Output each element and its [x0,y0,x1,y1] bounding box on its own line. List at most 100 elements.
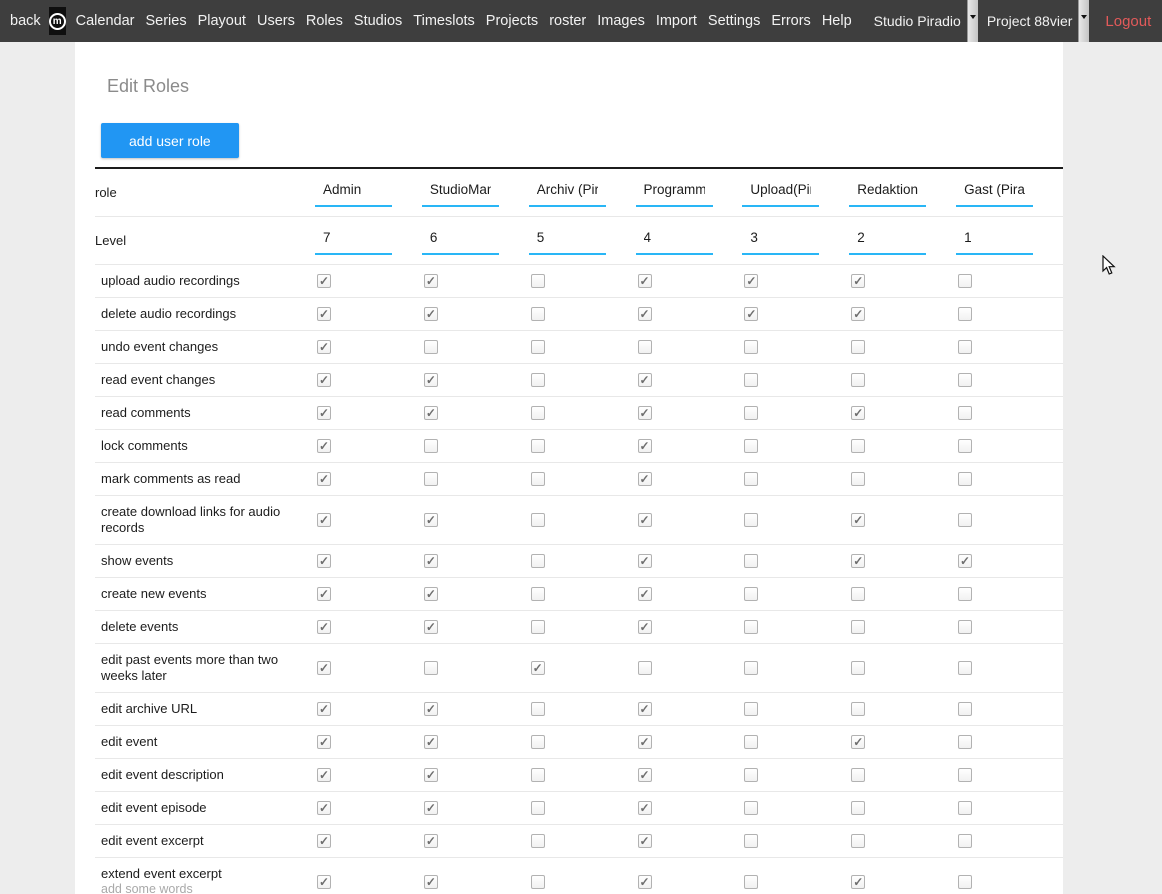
studio-select-arrow[interactable] [967,0,978,42]
permission-checkbox-delete-audio-recordings-col1[interactable]: ✓ [424,307,438,321]
project-select-arrow[interactable] [1078,0,1089,42]
permission-checkbox-create-download-links-for-audio-records-col6[interactable] [958,513,972,527]
permission-checkbox-mark-comments-as-read-col2[interactable] [531,472,545,486]
permission-checkbox-read-event-changes-col5[interactable] [851,373,865,387]
role-name-input-0[interactable] [315,178,392,207]
permission-checkbox-delete-events-col4[interactable] [744,620,758,634]
permission-checkbox-undo-event-changes-col0[interactable]: ✓ [317,340,331,354]
logout-link[interactable]: Logout [1105,13,1151,30]
permission-checkbox-lock-comments-col5[interactable] [851,439,865,453]
permission-checkbox-lock-comments-col6[interactable] [958,439,972,453]
permission-checkbox-edit-event-episode-col0[interactable]: ✓ [317,801,331,815]
permission-checkbox-delete-events-col1[interactable]: ✓ [424,620,438,634]
nav-item-projects[interactable]: Projects [486,13,538,29]
permission-checkbox-edit-event-excerpt-col1[interactable]: ✓ [424,834,438,848]
permission-checkbox-upload-audio-recordings-col0[interactable]: ✓ [317,274,331,288]
role-level-input-0[interactable] [315,226,392,255]
nav-item-users[interactable]: Users [257,13,295,29]
studio-select[interactable]: Studio Piradio [865,0,978,42]
nav-item-back[interactable]: back [10,13,41,29]
permission-checkbox-edit-event-col4[interactable] [744,735,758,749]
permission-checkbox-edit-past-events-more-than-two-weeks-later-col2[interactable]: ✓ [531,661,545,675]
permission-checkbox-delete-events-col5[interactable] [851,620,865,634]
permission-checkbox-mark-comments-as-read-col0[interactable]: ✓ [317,472,331,486]
permission-checkbox-delete-events-col6[interactable] [958,620,972,634]
permission-checkbox-upload-audio-recordings-col4[interactable]: ✓ [744,274,758,288]
nav-item-studios[interactable]: Studios [354,13,402,29]
permission-checkbox-extend-event-excerpt-col4[interactable] [744,875,758,889]
permission-checkbox-edit-event-col6[interactable] [958,735,972,749]
permission-checkbox-create-new-events-col1[interactable]: ✓ [424,587,438,601]
permission-checkbox-extend-event-excerpt-col1[interactable]: ✓ [424,875,438,889]
permission-checkbox-create-download-links-for-audio-records-col2[interactable] [531,513,545,527]
permission-checkbox-undo-event-changes-col3[interactable] [638,340,652,354]
role-level-input-4[interactable] [742,226,819,255]
permission-checkbox-show-events-col2[interactable] [531,554,545,568]
permission-checkbox-read-event-changes-col2[interactable] [531,373,545,387]
permission-checkbox-create-download-links-for-audio-records-col1[interactable]: ✓ [424,513,438,527]
permission-checkbox-edit-event-description-col5[interactable] [851,768,865,782]
permission-checkbox-undo-event-changes-col6[interactable] [958,340,972,354]
permission-checkbox-edit-event-episode-col3[interactable]: ✓ [638,801,652,815]
permission-checkbox-edit-past-events-more-than-two-weeks-later-col4[interactable] [744,661,758,675]
permission-checkbox-edit-event-col0[interactable]: ✓ [317,735,331,749]
permission-checkbox-extend-event-excerpt-col6[interactable] [958,875,972,889]
permission-checkbox-edit-event-episode-col4[interactable] [744,801,758,815]
nav-item-images[interactable]: Images [597,13,645,29]
nav-item-import[interactable]: Import [656,13,697,29]
permission-checkbox-extend-event-excerpt-col3[interactable]: ✓ [638,875,652,889]
nav-item-series[interactable]: Series [145,13,186,29]
permission-checkbox-create-new-events-col3[interactable]: ✓ [638,587,652,601]
nav-item-help[interactable]: Help [822,13,852,29]
permission-checkbox-extend-event-excerpt-col0[interactable]: ✓ [317,875,331,889]
role-name-input-5[interactable] [849,178,926,207]
role-name-input-3[interactable] [636,178,713,207]
permission-checkbox-create-download-links-for-audio-records-col3[interactable]: ✓ [638,513,652,527]
permission-checkbox-lock-comments-col1[interactable] [424,439,438,453]
permission-checkbox-edit-event-excerpt-col4[interactable] [744,834,758,848]
permission-checkbox-create-download-links-for-audio-records-col4[interactable] [744,513,758,527]
permission-checkbox-read-comments-col4[interactable] [744,406,758,420]
permission-checkbox-show-events-col6[interactable]: ✓ [958,554,972,568]
permission-checkbox-edit-event-col2[interactable] [531,735,545,749]
permission-checkbox-undo-event-changes-col1[interactable] [424,340,438,354]
permission-checkbox-read-event-changes-col1[interactable]: ✓ [424,373,438,387]
permission-checkbox-mark-comments-as-read-col6[interactable] [958,472,972,486]
nav-item-roles[interactable]: Roles [306,13,343,29]
permission-checkbox-extend-event-excerpt-col5[interactable]: ✓ [851,875,865,889]
permission-checkbox-read-comments-col3[interactable]: ✓ [638,406,652,420]
permission-checkbox-read-event-changes-col4[interactable] [744,373,758,387]
permission-checkbox-read-event-changes-col3[interactable]: ✓ [638,373,652,387]
permission-checkbox-create-new-events-col4[interactable] [744,587,758,601]
permission-checkbox-create-new-events-col6[interactable] [958,587,972,601]
add-user-role-button[interactable]: add user role [101,123,239,158]
project-select[interactable]: Project 88vier [978,0,1090,42]
permission-checkbox-edit-archive-url-col3[interactable]: ✓ [638,702,652,716]
permission-checkbox-mark-comments-as-read-col1[interactable] [424,472,438,486]
permission-checkbox-lock-comments-col2[interactable] [531,439,545,453]
permission-checkbox-show-events-col0[interactable]: ✓ [317,554,331,568]
permission-checkbox-edit-past-events-more-than-two-weeks-later-col6[interactable] [958,661,972,675]
permission-checkbox-read-comments-col2[interactable] [531,406,545,420]
permission-checkbox-edit-event-col5[interactable]: ✓ [851,735,865,749]
permission-checkbox-delete-audio-recordings-col2[interactable] [531,307,545,321]
permission-checkbox-undo-event-changes-col4[interactable] [744,340,758,354]
permission-checkbox-delete-audio-recordings-col6[interactable] [958,307,972,321]
permission-checkbox-edit-archive-url-col5[interactable] [851,702,865,716]
permission-checkbox-create-download-links-for-audio-records-col0[interactable]: ✓ [317,513,331,527]
nav-item-errors[interactable]: Errors [771,13,810,29]
permission-checkbox-upload-audio-recordings-col5[interactable]: ✓ [851,274,865,288]
permission-checkbox-lock-comments-col4[interactable] [744,439,758,453]
permission-checkbox-edit-event-description-col2[interactable] [531,768,545,782]
permission-checkbox-edit-past-events-more-than-two-weeks-later-col5[interactable] [851,661,865,675]
permission-checkbox-delete-events-col3[interactable]: ✓ [638,620,652,634]
permission-checkbox-edit-event-description-col1[interactable]: ✓ [424,768,438,782]
permission-checkbox-show-events-col3[interactable]: ✓ [638,554,652,568]
permission-checkbox-edit-event-col1[interactable]: ✓ [424,735,438,749]
role-name-input-4[interactable] [742,178,819,207]
permission-checkbox-edit-archive-url-col6[interactable] [958,702,972,716]
nav-item-roster[interactable]: roster [549,13,586,29]
permission-checkbox-upload-audio-recordings-col1[interactable]: ✓ [424,274,438,288]
role-name-input-1[interactable] [422,178,499,207]
permission-checkbox-edit-past-events-more-than-two-weeks-later-col3[interactable] [638,661,652,675]
